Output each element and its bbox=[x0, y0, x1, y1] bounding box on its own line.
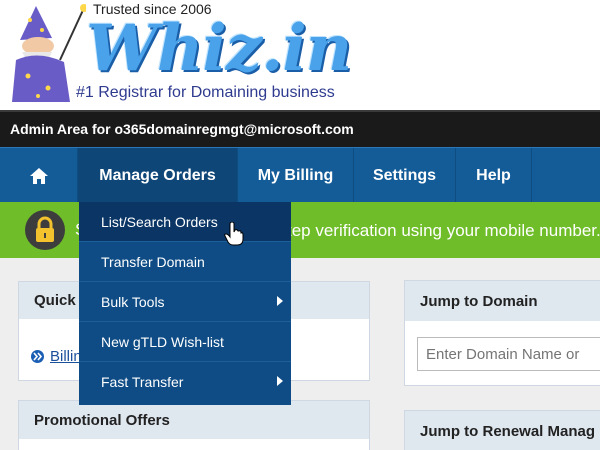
admin-area-text: Admin Area for o365domainregmgt@microsof… bbox=[10, 121, 354, 137]
menu-item-fast-transfer[interactable]: Fast Transfer bbox=[79, 362, 291, 402]
nav-my-billing[interactable]: My Billing bbox=[238, 148, 354, 203]
site-header: Trusted since 2006 Whiz.in #1 Registrar … bbox=[0, 0, 600, 110]
lock-icon bbox=[25, 210, 65, 250]
billing-link-label: Billin bbox=[50, 348, 82, 365]
jump-to-domain-panel: Jump to Domain bbox=[404, 280, 600, 386]
menu-item-transfer-domain[interactable]: Transfer Domain bbox=[79, 242, 291, 282]
nav-manage-orders[interactable]: Manage Orders bbox=[78, 148, 238, 203]
menu-item-new-gtld-wish-list[interactable]: New gTLD Wish-list bbox=[79, 322, 291, 362]
jump-to-domain-title: Jump to Domain bbox=[405, 281, 600, 321]
menu-item-bulk-tools[interactable]: Bulk Tools bbox=[79, 282, 291, 322]
menu-item-label: Transfer Domain bbox=[101, 253, 205, 270]
menu-item-label: Fast Transfer bbox=[101, 374, 184, 390]
domain-name-input[interactable] bbox=[417, 337, 600, 371]
promotional-offers-title: Promotional Offers bbox=[19, 401, 369, 439]
hand-pointer-cursor-icon bbox=[224, 222, 244, 246]
manage-orders-dropdown: List/Search Orders Transfer Domain Bulk … bbox=[79, 202, 291, 405]
nav-help[interactable]: Help bbox=[456, 148, 532, 203]
billing-link[interactable]: Billin bbox=[31, 348, 82, 365]
menu-item-label: Bulk Tools bbox=[101, 293, 165, 310]
jump-to-renewal-title: Jump to Renewal Manag bbox=[405, 411, 600, 450]
submenu-arrow-icon bbox=[277, 376, 283, 386]
banner-text: tep verification using your mobile numbe… bbox=[287, 221, 600, 240]
menu-item-list-search-orders[interactable]: List/Search Orders bbox=[79, 202, 291, 242]
jump-to-renewal-panel: Jump to Renewal Manag bbox=[404, 410, 600, 450]
home-icon bbox=[29, 167, 48, 184]
menu-item-label: New gTLD Wish-list bbox=[101, 333, 224, 350]
nav-home-button[interactable] bbox=[0, 148, 78, 203]
double-arrow-icon bbox=[31, 350, 44, 363]
promotional-offers-panel: Promotional Offers bbox=[18, 400, 370, 450]
main-nav: Manage Orders My Billing Settings Help bbox=[0, 147, 600, 203]
nav-settings[interactable]: Settings bbox=[354, 148, 456, 203]
submenu-arrow-icon bbox=[277, 296, 283, 306]
admin-bar: Admin Area for o365domainregmgt@microsof… bbox=[0, 110, 600, 147]
menu-item-label: List/Search Orders bbox=[101, 213, 218, 230]
site-logo[interactable]: Whiz.in bbox=[86, 14, 352, 84]
site-tagline: #1 Registrar for Domaining business bbox=[76, 84, 335, 101]
wizard-mascot-icon bbox=[12, 4, 86, 102]
